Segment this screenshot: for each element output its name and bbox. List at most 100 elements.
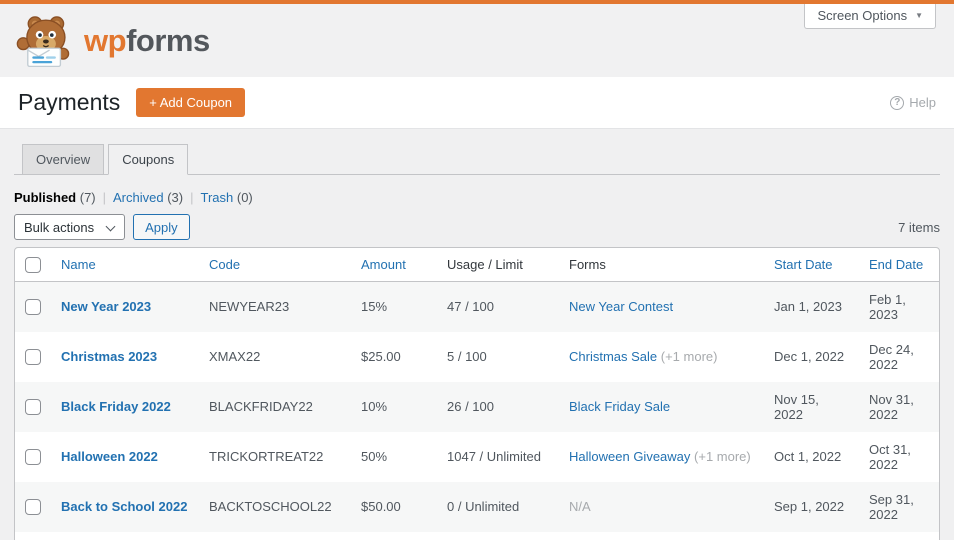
coupon-name-link[interactable]: Back to School 2022 bbox=[61, 499, 187, 514]
coupon-name-link[interactable]: Halloween 2022 bbox=[61, 449, 158, 464]
start-date-cell: Jul 1, 2022 bbox=[764, 532, 859, 540]
coupon-amount-cell: 15% bbox=[361, 299, 388, 315]
coupon-amount-cell: $50.00 bbox=[361, 499, 401, 515]
screen-options-button[interactable]: Screen Options ▼ bbox=[804, 4, 936, 29]
coupon-forms-cell: N/A bbox=[559, 482, 764, 532]
sort-link-start-date[interactable]: Start Date bbox=[774, 257, 833, 272]
coupon-name-cell: Summer 2022 bbox=[51, 532, 199, 540]
coupon-amount-cell: 10% bbox=[361, 399, 388, 415]
filter-published[interactable]: Published (7) bbox=[14, 190, 96, 205]
end-date-cell: Aug 31, 2022 bbox=[859, 532, 939, 540]
table-row: Christmas 2023 XMAX22 $25.00 5 / 100 Christm… bbox=[15, 332, 939, 382]
coupon-name-cell: Halloween 2022 bbox=[51, 432, 199, 482]
column-header-name: Name bbox=[51, 248, 199, 282]
column-header-end-date: End Date bbox=[859, 248, 939, 282]
coupon-forms-cell: Halloween Giveaway (+1 more) bbox=[559, 432, 764, 482]
column-header-forms: Forms bbox=[559, 248, 764, 282]
table-row: Halloween 2022 TRICKORTREAT22 50% 1047 / Un… bbox=[15, 432, 939, 482]
coupon-usage-cell: 0 / Unlimited bbox=[447, 499, 520, 515]
screen-options-label: Screen Options bbox=[817, 8, 908, 23]
filter-archived[interactable]: Archived (3) bbox=[113, 190, 183, 205]
column-header-code: Code bbox=[199, 248, 351, 282]
apply-button[interactable]: Apply bbox=[133, 214, 190, 240]
filter-count: (3) bbox=[167, 190, 184, 205]
form-link[interactable]: New Year Contest bbox=[569, 299, 673, 314]
row-checkbox-cell bbox=[15, 332, 51, 382]
table-row: Back to School 2022 BACKTOSCHOOL22 $50.00 0… bbox=[15, 481, 939, 532]
coupon-name-cell: Back to School 2022 bbox=[51, 482, 199, 532]
coupon-usage-cell: 76 / 100 bbox=[437, 532, 559, 540]
toolbar-top: Bulk actions Apply 7 items bbox=[14, 214, 940, 240]
page-header: Payments + Add Coupon ? Help bbox=[0, 77, 954, 129]
row-checkbox[interactable] bbox=[25, 448, 41, 465]
filter-trash[interactable]: Trash (0) bbox=[201, 190, 253, 205]
coupon-code-cell: SUMMER22 bbox=[199, 532, 351, 540]
forms-muted-text: (+1 more) bbox=[694, 449, 751, 465]
coupon-usage-cell: 1047 / Unlimited bbox=[447, 449, 541, 465]
coupon-usage-cell: 26 / 100 bbox=[447, 399, 494, 415]
bulk-actions-select[interactable]: Bulk actions bbox=[14, 214, 126, 240]
status-filter-links: Published (7) | Archived (3) | Trash (0) bbox=[14, 190, 940, 205]
coupon-name-cell: Christmas 2023 bbox=[51, 332, 199, 382]
row-checkbox[interactable] bbox=[25, 348, 41, 365]
wordmark-forms: forms bbox=[126, 23, 210, 58]
forms-muted-text: N/A bbox=[569, 499, 591, 515]
table-body: New Year 2023 NEWYEAR23 15% 47 / 100 New Yea… bbox=[15, 281, 939, 540]
start-date-cell: Jan 1, 2023 bbox=[774, 299, 842, 315]
coupon-amount-cell: $25.00 bbox=[361, 349, 401, 365]
coupon-name-cell: New Year 2023 bbox=[51, 281, 199, 332]
row-checkbox[interactable] bbox=[25, 298, 41, 315]
row-checkbox[interactable] bbox=[25, 498, 41, 515]
sort-link-code[interactable]: Code bbox=[209, 257, 240, 272]
tab-overview[interactable]: Overview bbox=[22, 144, 105, 175]
filter-count: (0) bbox=[236, 190, 253, 205]
coupon-name-link[interactable]: New Year 2023 bbox=[61, 299, 151, 314]
help-label: Help bbox=[909, 95, 936, 110]
sort-link-amount[interactable]: Amount bbox=[361, 257, 406, 272]
bulk-actions-value: Bulk actions bbox=[24, 219, 95, 235]
end-date-cell: Sep 31, 2022 bbox=[869, 491, 914, 522]
end-date-cell: Oct 31, 2022 bbox=[869, 441, 911, 472]
coupon-code-cell: BACKTOSCHOOL22 bbox=[209, 499, 332, 515]
row-checkbox-cell bbox=[15, 281, 51, 332]
start-date-cell: Sep 1, 2022 bbox=[774, 499, 845, 515]
filter-count: (7) bbox=[79, 190, 96, 205]
row-checkbox-cell bbox=[15, 532, 51, 540]
coupon-name-cell: Black Friday 2022 bbox=[51, 382, 199, 432]
filter-separator: | bbox=[102, 190, 107, 205]
start-date-cell: Dec 1, 2022 bbox=[774, 349, 845, 365]
coupon-code-cell: XMAX22 bbox=[209, 349, 261, 365]
form-link[interactable]: Black Friday Sale bbox=[569, 399, 670, 414]
end-date-cell: Feb 1, 2023 bbox=[869, 291, 906, 322]
coupon-code-cell: BLACKFRIDAY22 bbox=[209, 399, 313, 415]
table-row: Summer 2022SUMMER22$35.0076 / 100Summer … bbox=[15, 532, 939, 540]
chevron-down-icon: ▼ bbox=[915, 10, 923, 20]
sort-link-name[interactable]: Name bbox=[61, 257, 96, 272]
column-header-start-date: Start Date bbox=[764, 248, 859, 282]
tab-coupons[interactable]: Coupons bbox=[108, 144, 189, 175]
column-label: Forms bbox=[569, 256, 606, 272]
sort-link-end-date[interactable]: End Date bbox=[869, 257, 923, 272]
end-date-cell: Dec 24, 2022 bbox=[869, 341, 914, 372]
coupon-forms-cell: New Year Contest bbox=[559, 281, 764, 332]
filter-separator: | bbox=[190, 190, 194, 205]
main-content: Overview Coupons Published (7) | Archived (… bbox=[0, 144, 954, 540]
coupon-forms-cell: Black Friday Sale bbox=[559, 382, 764, 432]
coupon-usage-cell: 47 / 100 bbox=[447, 299, 494, 315]
coupon-name-link[interactable]: Christmas 2023 bbox=[61, 349, 157, 364]
coupon-code-cell: TRICKORTREAT22 bbox=[209, 449, 324, 465]
help-icon: ? bbox=[890, 95, 905, 110]
start-date-cell: Oct 1, 2022 bbox=[774, 449, 842, 465]
row-checkbox[interactable] bbox=[25, 398, 41, 415]
select-all-checkbox[interactable] bbox=[25, 256, 41, 273]
form-link[interactable]: Christmas Sale bbox=[569, 349, 657, 364]
table-row: New Year 2023 NEWYEAR23 15% 47 / 100 New Yea… bbox=[15, 281, 939, 332]
coupon-name-link[interactable]: Black Friday 2022 bbox=[61, 399, 171, 414]
help-link[interactable]: ? Help bbox=[890, 95, 936, 110]
forms-muted-text: (+1 more) bbox=[660, 349, 718, 365]
form-link[interactable]: Halloween Giveaway bbox=[569, 449, 690, 464]
coupons-table: Name Code Amount Usage / Limit Forms Start Da… bbox=[15, 248, 939, 540]
start-date-cell: Nov 15, 2022 bbox=[774, 391, 819, 422]
wpforms-wordmark: wpforms bbox=[84, 25, 210, 56]
add-coupon-button[interactable]: + Add Coupon bbox=[136, 88, 246, 117]
